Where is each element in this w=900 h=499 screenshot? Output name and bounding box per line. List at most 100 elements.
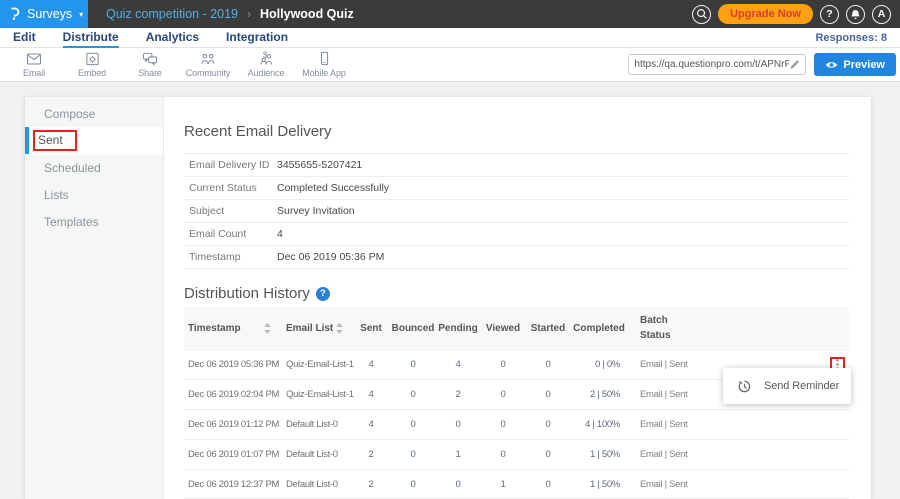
- reminder-clock-icon: [737, 379, 752, 394]
- avatar[interactable]: A: [872, 5, 891, 24]
- column-header-pending: Pending: [436, 323, 480, 334]
- column-header-sent: Sent: [352, 323, 390, 334]
- detail-value: 3455655-5207421: [277, 159, 362, 171]
- breadcrumb-survey-name: Hollywood Quiz: [260, 7, 354, 21]
- tool-email[interactable]: Email: [5, 49, 63, 81]
- responses-count-link[interactable]: Responses: 8: [815, 32, 887, 44]
- cell-viewed: 0: [480, 419, 526, 430]
- sort-icon[interactable]: [336, 323, 343, 334]
- cell-sent: 2: [352, 449, 390, 460]
- cell-completed: 1 | 50%: [570, 449, 628, 460]
- sort-icon[interactable]: [264, 323, 271, 334]
- cell-completed: 0 | 0%: [570, 359, 628, 370]
- cell-sent: 2: [352, 479, 390, 490]
- column-header-completed: Completed: [570, 323, 628, 334]
- column-header-bounced: Bounced: [390, 323, 436, 334]
- breadcrumb-folder[interactable]: Quiz competition - 2019: [106, 7, 238, 21]
- detail-row: Current Status Completed Successfully: [184, 176, 849, 199]
- preview-label: Preview: [843, 59, 885, 71]
- sidebar-item-scheduled[interactable]: Scheduled: [25, 154, 163, 181]
- envelope-icon: [26, 52, 42, 66]
- cell-started: 0: [526, 419, 570, 430]
- detail-row: Email Delivery ID 3455655-5207421: [184, 153, 849, 176]
- cell-bounced: 0: [390, 359, 436, 370]
- cell-bounced: 0: [390, 419, 436, 430]
- sidebar-item-templates[interactable]: Templates: [25, 208, 163, 235]
- breadcrumb: Quiz competition - 2019 › Hollywood Quiz: [88, 0, 692, 28]
- cell-completed: 2 | 50%: [570, 389, 628, 400]
- tool-community[interactable]: Community: [179, 49, 237, 81]
- tool-label: Embed: [78, 68, 106, 78]
- cell-email-list: Quiz-Email-List-1: [280, 389, 352, 400]
- help-icon[interactable]: ?: [820, 5, 839, 24]
- phone-icon: [317, 51, 332, 66]
- upgrade-now-button[interactable]: Upgrade Now: [718, 4, 813, 24]
- top-bar: Surveys ▾ Quiz competition - 2019 › Holl…: [0, 0, 900, 28]
- breadcrumb-separator-icon: ›: [247, 7, 251, 21]
- email-delivery-details: Email Delivery ID 3455655-5207421 Curren…: [184, 153, 849, 269]
- tool-label: Email: [23, 68, 45, 78]
- edit-pencil-icon[interactable]: [789, 59, 800, 70]
- detail-label: Email Count: [184, 228, 277, 240]
- content-card: Compose Sent Scheduled Lists Templates R…: [25, 97, 871, 499]
- cell-bounced: 0: [390, 389, 436, 400]
- product-menu[interactable]: Surveys ▾: [0, 0, 88, 28]
- sidebar-item-sent[interactable]: Sent: [25, 127, 163, 154]
- distribute-toolbar: Email Embed Share Community $ Audience M…: [0, 48, 900, 82]
- detail-label: Email Delivery ID: [184, 159, 277, 171]
- tab-analytics[interactable]: Analytics: [146, 28, 199, 48]
- cell-timestamp: Dec 06 2019 05:36 PM: [184, 359, 280, 370]
- chat-bubbles-icon: [142, 52, 158, 66]
- detail-label: Current Status: [184, 182, 277, 194]
- cell-timestamp: Dec 06 2019 12:37 PM: [184, 479, 280, 490]
- cell-sent: 4: [352, 359, 390, 370]
- preview-button[interactable]: Preview: [814, 53, 896, 76]
- embed-window-icon: [85, 52, 100, 66]
- table-row: Dec 06 2019 01:07 PM Default List-0 2 0 …: [184, 439, 849, 469]
- notifications-bell-icon[interactable]: [846, 5, 865, 24]
- survey-url-input[interactable]: [634, 59, 789, 70]
- cell-batch-status: Email | Sent: [628, 479, 754, 490]
- detail-value: Dec 06 2019 05:36 PM: [277, 251, 384, 263]
- tool-mobile-app[interactable]: Mobile App: [295, 49, 353, 81]
- recent-email-delivery-title: Recent Email Delivery: [184, 123, 849, 140]
- tool-label: Community: [186, 68, 231, 78]
- eye-icon: [825, 60, 838, 70]
- column-header-email-list[interactable]: Email List: [280, 323, 352, 334]
- cell-viewed: 0: [480, 389, 526, 400]
- tool-label: Mobile App: [302, 68, 346, 78]
- menu-item-send-reminder[interactable]: Send Reminder: [764, 380, 839, 392]
- help-tooltip-icon[interactable]: ?: [316, 287, 330, 301]
- tab-distribute[interactable]: Distribute: [63, 28, 119, 48]
- detail-label: Timestamp: [184, 251, 277, 263]
- distribution-history-header: Distribution History ?: [184, 286, 849, 301]
- sidebar-item-lists[interactable]: Lists: [25, 181, 163, 208]
- cell-viewed: 1: [480, 479, 526, 490]
- column-header-timestamp[interactable]: Timestamp: [184, 323, 280, 334]
- table-row: Dec 06 2019 01:12 PM Default List-0 4 0 …: [184, 409, 849, 439]
- tab-edit[interactable]: Edit: [13, 28, 36, 48]
- cell-sent: 4: [352, 419, 390, 430]
- cell-started: 0: [526, 359, 570, 370]
- table-header-row: Timestamp Email List Sent Bounced Pendin…: [184, 307, 849, 349]
- tool-share[interactable]: Share: [121, 49, 179, 81]
- distribution-history-title: Distribution History: [184, 285, 310, 302]
- main-panel: Recent Email Delivery Email Delivery ID …: [164, 97, 871, 499]
- cell-email-list: Default List-0: [280, 449, 352, 460]
- tool-audience[interactable]: $ Audience: [237, 49, 295, 81]
- cell-bounced: 0: [390, 479, 436, 490]
- product-menu-label: Surveys: [27, 7, 72, 21]
- questionpro-logo-icon: [9, 6, 21, 22]
- cell-timestamp: Dec 06 2019 01:07 PM: [184, 449, 280, 460]
- cell-timestamp: Dec 06 2019 02:04 PM: [184, 389, 280, 400]
- cell-batch-status: Email | Sent: [628, 419, 754, 430]
- detail-row: Timestamp Dec 06 2019 05:36 PM: [184, 245, 849, 268]
- cell-viewed: 0: [480, 359, 526, 370]
- sidebar-item-compose[interactable]: Compose: [25, 100, 163, 127]
- annotation-highlight-box: Sent: [33, 130, 77, 151]
- tab-integration[interactable]: Integration: [226, 28, 288, 48]
- cell-pending: 0: [436, 479, 480, 490]
- email-sidebar: Compose Sent Scheduled Lists Templates: [25, 97, 164, 499]
- search-icon[interactable]: [692, 5, 711, 24]
- tool-embed[interactable]: Embed: [63, 49, 121, 81]
